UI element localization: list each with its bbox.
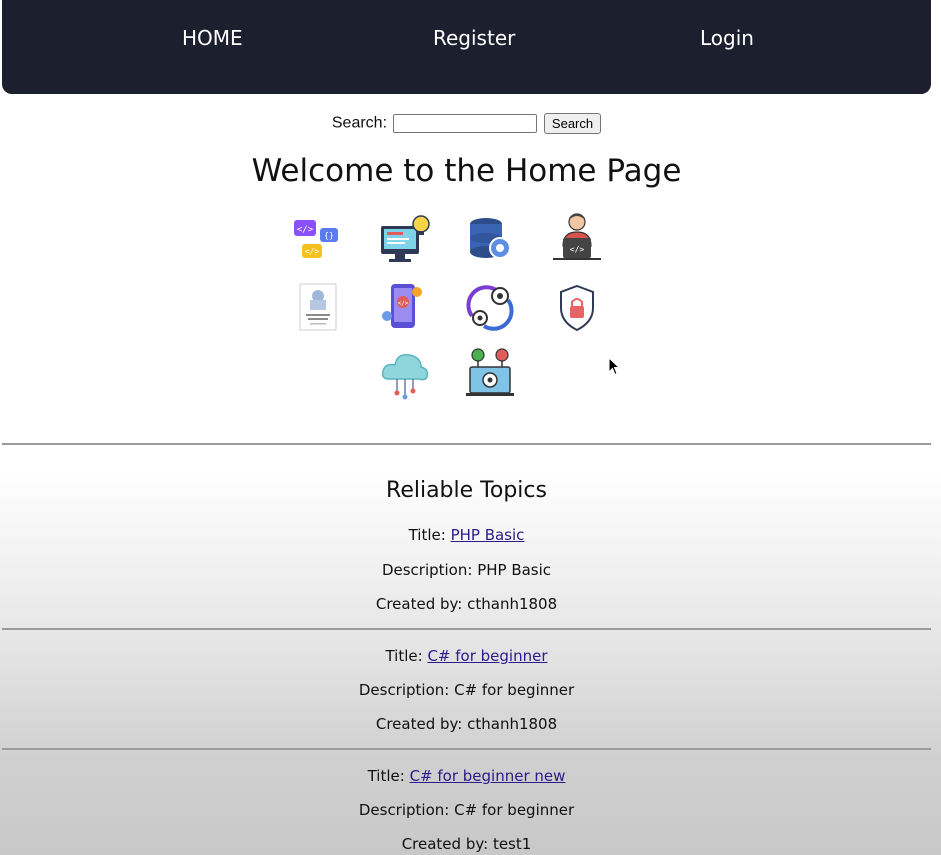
top-nav-bar: HOME Register Login [2, 0, 931, 94]
svg-text:</>: </> [297, 225, 314, 235]
search-input[interactable] [393, 114, 538, 133]
search-form: Search: Search [0, 113, 933, 134]
topic-description: Description: PHP Basic [381, 561, 552, 579]
topic-description: Description: C# for beginner [358, 681, 575, 699]
search-button[interactable]: Search [543, 113, 602, 134]
divider [2, 628, 931, 630]
topics-heading: Reliable Topics [386, 478, 547, 503]
topic-title-label: Title: [385, 647, 423, 665]
cloud-computing-icon[interactable] [377, 347, 433, 403]
developer-laptop-icon[interactable]: </> [549, 210, 605, 266]
nav-login-link[interactable]: Login [700, 26, 754, 50]
data-structures-algorithms-book-icon[interactable] [290, 280, 346, 336]
topic-created-by: Created by: cthanh1808 [375, 715, 558, 733]
search-label: Search: [331, 114, 388, 132]
topic-description: Description: C# for beginner [358, 801, 575, 819]
nav-register-link[interactable]: Register [433, 26, 515, 50]
divider [2, 748, 931, 750]
testing-laptop-icon[interactable] [462, 345, 518, 401]
topic-title-row: Title: PHP Basic [0, 526, 933, 544]
svg-text:{}: {} [324, 231, 334, 240]
svg-text:</>: </> [398, 300, 409, 307]
topic-created-by: Created by: test1 [401, 835, 532, 853]
database-settings-icon[interactable] [462, 212, 518, 268]
nav-home-link[interactable]: HOME [182, 26, 243, 50]
topic-title-label: Title: [367, 767, 405, 785]
devops-cycle-icon[interactable] [462, 280, 518, 336]
mobile-development-icon[interactable]: </> [377, 280, 433, 336]
web-development-icon[interactable] [377, 212, 433, 268]
page-title: Welcome to the Home Page [251, 153, 682, 189]
topic-title-link[interactable]: C# for beginner [427, 647, 547, 665]
topic-title-label: Title: [408, 526, 446, 544]
divider [2, 443, 931, 445]
topic-title-link[interactable]: PHP Basic [451, 526, 525, 544]
code-chat-icon[interactable]: </> {} </> [290, 214, 346, 270]
topic-title-link[interactable]: C# for beginner new [410, 767, 566, 785]
svg-text:</>: </> [305, 247, 320, 256]
topic-title-row: Title: C# for beginner [0, 647, 933, 665]
mouse-cursor-icon [608, 357, 621, 376]
svg-text:</>: </> [570, 245, 585, 254]
security-shield-icon[interactable] [549, 280, 605, 336]
topic-created-by: Created by: cthanh1808 [375, 595, 558, 613]
topic-title-row: Title: C# for beginner new [0, 767, 933, 785]
